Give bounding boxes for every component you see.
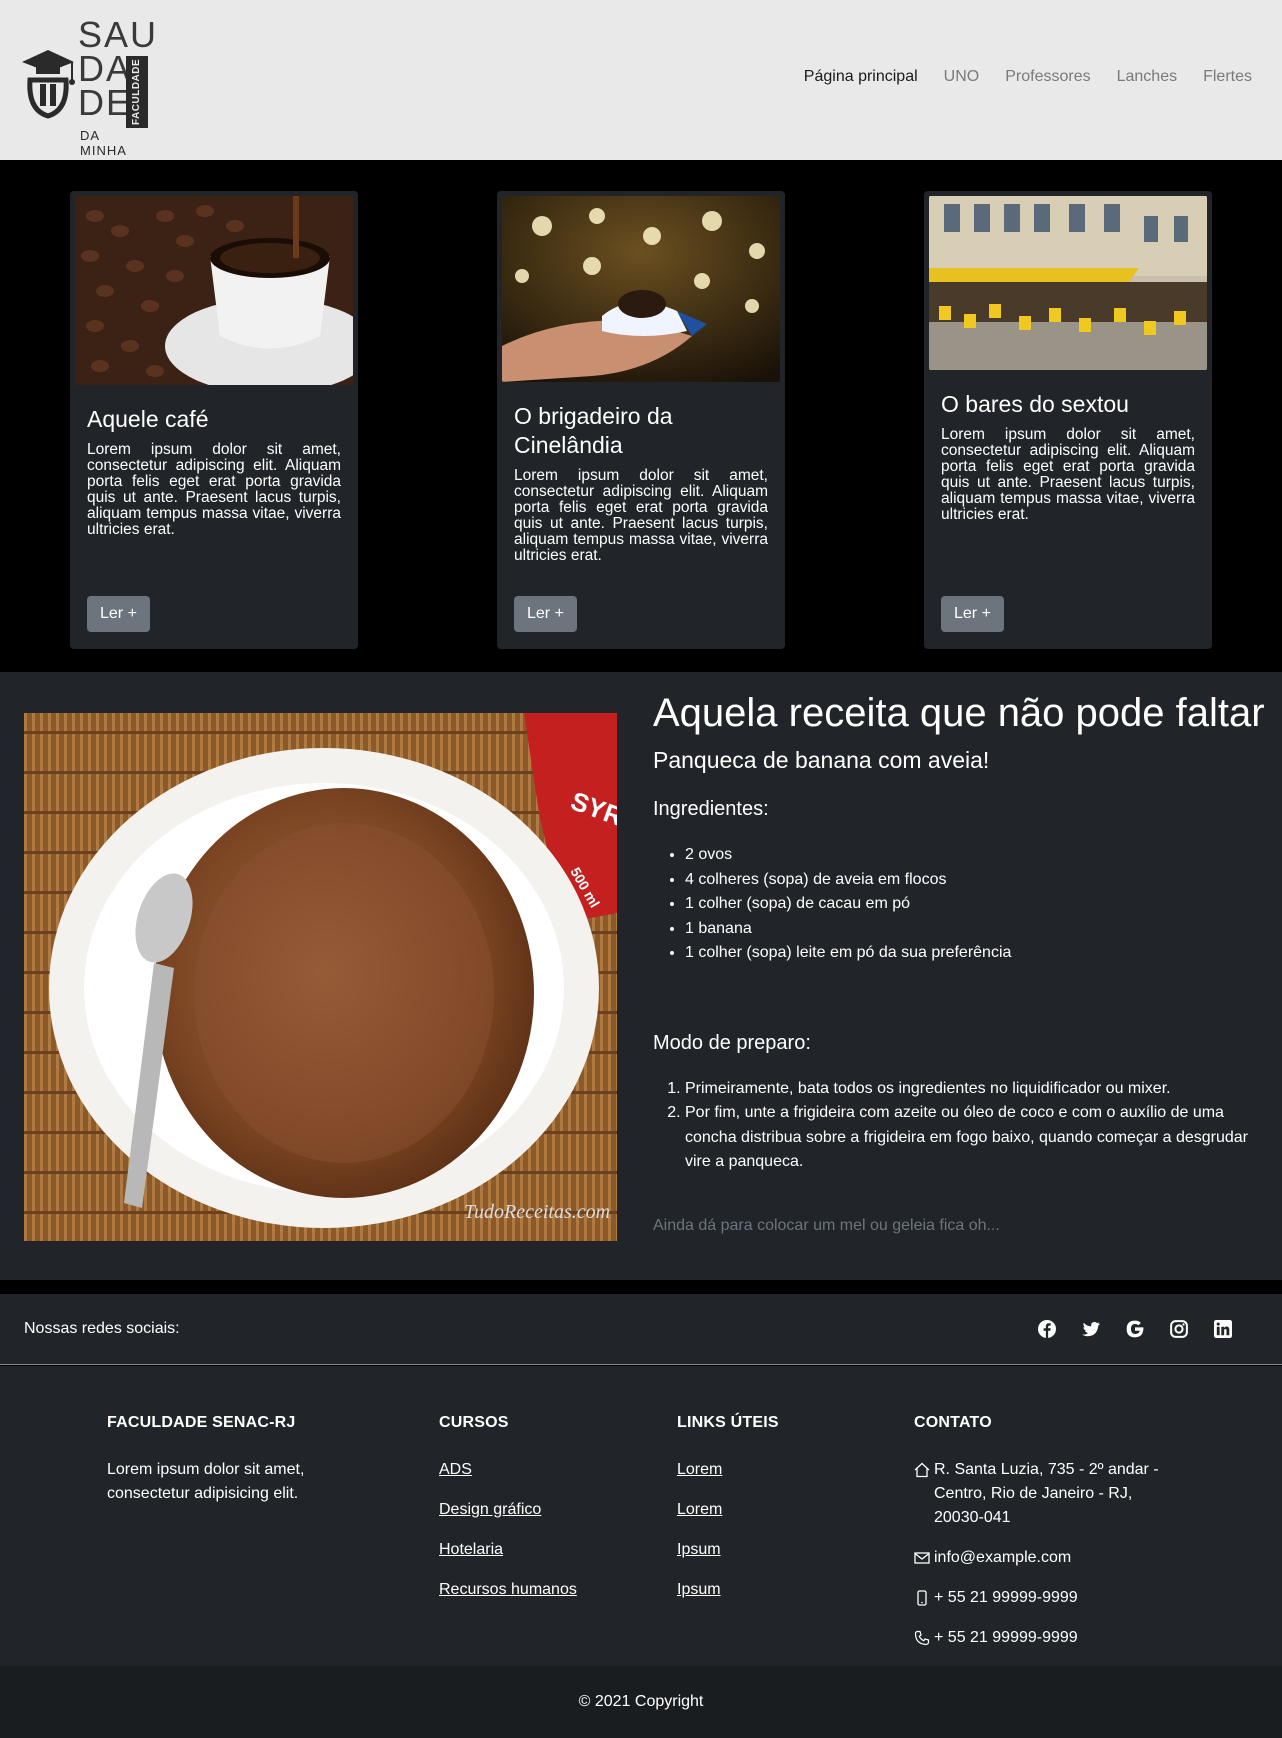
list-item: 2 ovos — [685, 843, 1273, 868]
footer-link-hotelaria[interactable]: Hotelaria — [439, 1538, 639, 1562]
footer-link[interactable]: Ipsum — [677, 1538, 857, 1562]
contact-mobile: + 55 21 99999-9999 — [914, 1586, 1174, 1610]
recipe-note: Ainda dá para colocar um mel ou geleia f… — [653, 1216, 1000, 1234]
list-item: Primeiramente, bata todos os ingrediente… — [685, 1077, 1273, 1102]
list-item: 4 colheres (sopa) de aveia em flocos — [685, 868, 1273, 893]
logo-subtitle: DA MINHA — [80, 128, 127, 158]
twitter-icon[interactable] — [1082, 1320, 1100, 1338]
footer-contact: CONTATO R. Santa Luzia, 735 - 2º andar -… — [914, 1414, 1174, 1666]
nav-link-uno[interactable]: UNO — [944, 68, 980, 86]
card-title: O bares do sextou — [941, 391, 1129, 417]
contact-mobile-text: + 55 21 99999-9999 — [934, 1589, 1078, 1606]
social-label: Nossas redes sociais: — [24, 1320, 180, 1337]
nav-link-flertes[interactable]: Flertes — [1203, 68, 1252, 86]
recipe-title: Aquela receita que não pode faltar — [653, 691, 1265, 735]
list-item: Por fim, unte a frigideira com azeite ou… — [685, 1101, 1273, 1175]
footer-about: FACULDADE SENAC-RJ Lorem ipsum dolor sit… — [107, 1414, 367, 1506]
footer-heading: FACULDADE SENAC-RJ — [107, 1414, 296, 1431]
facebook-icon[interactable] — [1038, 1320, 1056, 1338]
card-cafe: Aquele café Lorem ipsum dolor sit amet, … — [70, 191, 358, 649]
footer-courses: CURSOS ADS Design gráfico Hotelaria Recu… — [439, 1414, 639, 1618]
card-text: Lorem ipsum dolor sit amet, consectetur … — [87, 441, 341, 538]
google-icon[interactable] — [1126, 1320, 1144, 1338]
steps-list: Primeiramente, bata todos os ingrediente… — [653, 1077, 1273, 1175]
coffee-image — [75, 196, 353, 385]
phone-mobile-icon — [917, 1590, 927, 1606]
nav-link-professores[interactable]: Professores — [1005, 68, 1090, 86]
footer-link-rh[interactable]: Recursos humanos — [439, 1578, 639, 1602]
list-item: 1 colher (sopa) de cacau em pó — [685, 892, 1273, 917]
footer-link-design[interactable]: Design gráfico — [439, 1498, 639, 1522]
envelope-icon — [914, 1552, 930, 1564]
social-icons — [1038, 1320, 1232, 1338]
contact-phone-text: + 55 21 99999-9999 — [934, 1629, 1078, 1646]
linkedin-icon[interactable] — [1214, 1320, 1232, 1338]
card-bares: O bares do sextou Lorem ipsum dolor sit … — [924, 191, 1212, 649]
footer: FACULDADE SENAC-RJ Lorem ipsum dolor sit… — [0, 1366, 1282, 1666]
recipe-section: SYR 500 ml TudoReceitas.com Aquela recei… — [0, 672, 1282, 1280]
footer-link[interactable]: Ipsum — [677, 1578, 857, 1602]
bar-image — [929, 196, 1207, 370]
navbar: SAU DA DE FACULDADE DA MINHA Página prin… — [0, 0, 1282, 160]
telephone-icon — [914, 1630, 930, 1646]
contact-phone: + 55 21 99999-9999 — [914, 1626, 1174, 1650]
list-item: 1 banana — [685, 917, 1273, 942]
copyright: © 2021 Copyright — [0, 1666, 1282, 1738]
contact-address-text: R. Santa Luzia, 735 - 2º andar - Centro,… — [934, 1461, 1159, 1526]
home-icon — [914, 1462, 930, 1478]
nav-link-lanches[interactable]: Lanches — [1117, 68, 1178, 86]
card-title: O brigadeiro da Cinelândia — [514, 403, 673, 458]
footer-useful-links: LINKS ÚTEIS Lorem Lorem Ipsum Ipsum — [677, 1414, 857, 1618]
read-more-button[interactable]: Ler + — [514, 596, 577, 632]
contact-email: info@example.com — [914, 1546, 1174, 1570]
brigadeiro-image — [502, 196, 780, 382]
card-text: Lorem ipsum dolor sit amet, consectetur … — [941, 426, 1195, 523]
card-title: Aquele café — [87, 406, 209, 432]
footer-heading: CONTATO — [914, 1414, 992, 1431]
ingredients-list: 2 ovos 4 colheres (sopa) de aveia em flo… — [653, 843, 1273, 966]
read-more-button[interactable]: Ler + — [941, 596, 1004, 632]
ingredients-heading: Ingredientes: — [653, 798, 769, 820]
recipe-subtitle: Panqueca de banana com aveia! — [653, 747, 990, 773]
footer-link[interactable]: Lorem — [677, 1458, 857, 1482]
footer-link-ads[interactable]: ADS — [439, 1458, 639, 1482]
social-bar: Nossas redes sociais: — [0, 1294, 1282, 1365]
graduation-cap-logo-icon — [22, 50, 75, 119]
nav-links: Página principal UNO Professores Lanches… — [804, 68, 1252, 86]
card-brigadeiro: O brigadeiro da Cinelândia Lorem ipsum d… — [497, 191, 785, 649]
nav-link-home[interactable]: Página principal — [804, 68, 918, 86]
pancake-image: SYR 500 ml TudoReceitas.com — [24, 713, 617, 1241]
watermark-text: TudoReceitas.com — [464, 1201, 610, 1223]
footer-heading: LINKS ÚTEIS — [677, 1414, 779, 1431]
logo[interactable]: SAU DA DE FACULDADE DA MINHA — [18, 17, 156, 158]
cards-section: Aquele café Lorem ipsum dolor sit amet, … — [0, 160, 1282, 672]
footer-heading: CURSOS — [439, 1414, 509, 1431]
steps-heading: Modo de preparo: — [653, 1031, 811, 1054]
read-more-button[interactable]: Ler + — [87, 596, 150, 632]
instagram-icon[interactable] — [1170, 1320, 1188, 1338]
footer-about-text: Lorem ipsum dolor sit amet, consectetur … — [107, 1461, 305, 1502]
card-text: Lorem ipsum dolor sit amet, consectetur … — [514, 467, 768, 564]
footer-link[interactable]: Lorem — [677, 1498, 857, 1522]
list-item: 1 colher (sopa) leite em pó da sua prefe… — [685, 941, 1273, 966]
contact-address: R. Santa Luzia, 735 - 2º andar - Centro,… — [914, 1458, 1174, 1530]
recipe-content: Aquela receita que não pode faltar Panqu… — [653, 672, 1273, 1235]
logo-vertical-label: FACULDADE — [126, 56, 148, 128]
contact-email-text: info@example.com — [934, 1549, 1072, 1566]
